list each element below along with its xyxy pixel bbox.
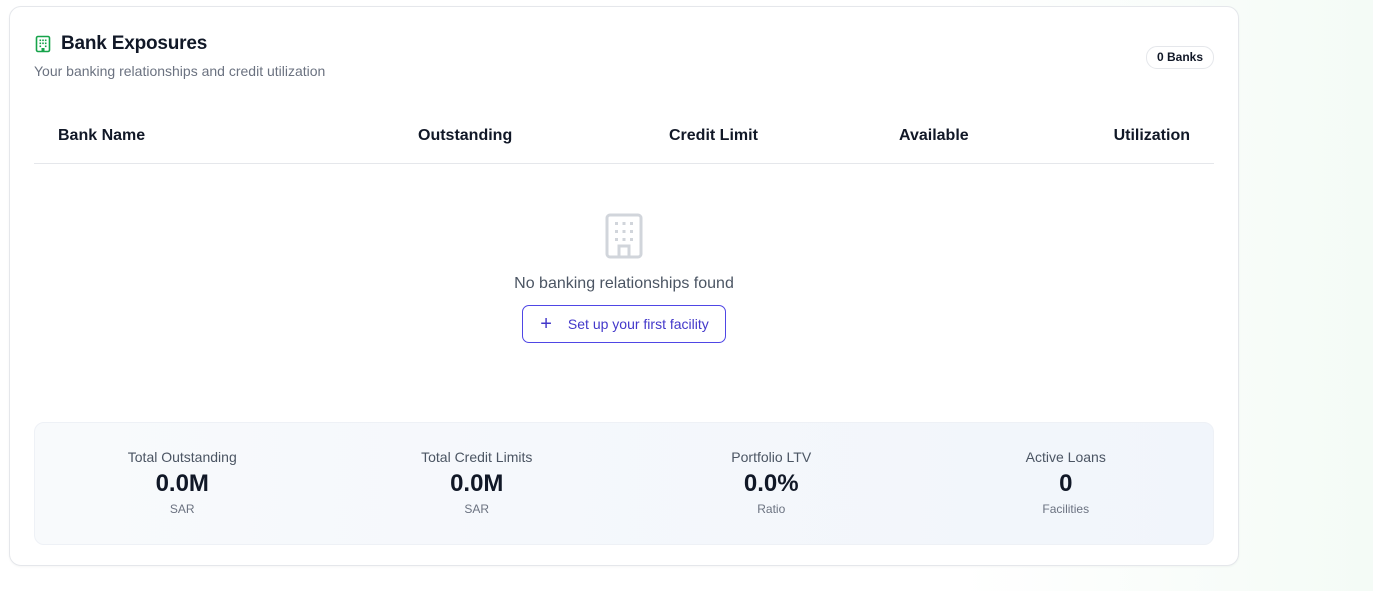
banks-count-badge: 0 Banks: [1145, 46, 1214, 69]
stat-value: 0: [1059, 470, 1073, 497]
column-header-outstanding: Outstanding: [418, 127, 513, 144]
stat-value: 0.0M: [450, 470, 504, 497]
stat-unit: Facilities: [1042, 502, 1090, 516]
stat-unit: Ratio: [757, 502, 786, 516]
bank-exposures-card: Bank Exposures Your banking relationship…: [9, 6, 1239, 566]
plus-icon: +: [540, 313, 552, 335]
stat-label: Portfolio LTV: [731, 449, 812, 465]
setup-facility-button[interactable]: + Set up your first facility: [522, 305, 726, 343]
stat-label: Total Outstanding: [127, 449, 237, 465]
card-header: Bank Exposures Your banking relationship…: [34, 33, 1214, 93]
stat-portfolio-ltv: Portfolio LTV 0.0% Ratio: [624, 423, 919, 544]
stat-label: Total Credit Limits: [421, 449, 533, 465]
stat-label: Active Loans: [1025, 449, 1106, 465]
table-header: Bank Name Outstanding Credit Limit Avail…: [34, 115, 1214, 164]
setup-facility-label: Set up your first facility: [567, 316, 709, 332]
column-header-bank-name: Bank Name: [58, 127, 146, 144]
column-header-credit-limit: Credit Limit: [669, 127, 758, 144]
building-icon: [35, 35, 51, 53]
card-subtitle: Your banking relationships and credit ut…: [34, 63, 326, 79]
card-title: Bank Exposures: [61, 33, 208, 54]
stat-unit: SAR: [169, 502, 195, 516]
stat-value: 0.0%: [743, 470, 799, 497]
building-icon: [605, 213, 643, 259]
column-header-available: Available: [899, 127, 969, 144]
stat-unit: SAR: [464, 502, 490, 516]
stat-total-outstanding: Total Outstanding 0.0M SAR: [35, 423, 330, 544]
stat-active-loans: Active Loans 0 Facilities: [919, 423, 1214, 544]
column-header-utilization: Utilization: [1113, 127, 1190, 144]
stat-total-credit-limits: Total Credit Limits 0.0M SAR: [330, 423, 625, 544]
empty-state: No banking relationships found + Set up …: [34, 207, 1214, 357]
summary-panel: Total Outstanding 0.0M SAR Total Credit …: [34, 422, 1214, 545]
stat-value: 0.0M: [155, 470, 209, 497]
title-row: Bank Exposures: [34, 33, 1214, 55]
empty-state-message: No banking relationships found: [514, 275, 734, 292]
